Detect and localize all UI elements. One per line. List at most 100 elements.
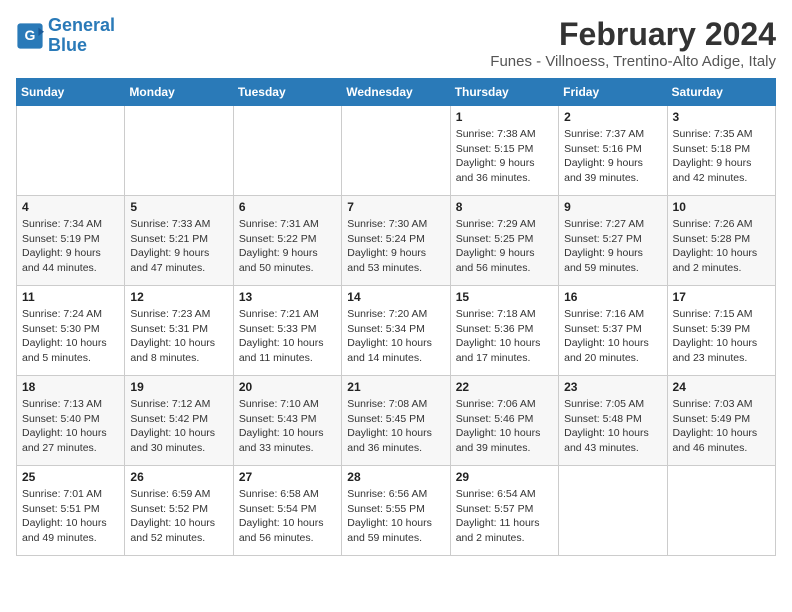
- day-detail: Sunrise: 7:37 AM Sunset: 5:16 PM Dayligh…: [564, 127, 661, 186]
- calendar-body: 1 Sunrise: 7:38 AM Sunset: 5:15 PM Daylig…: [17, 106, 776, 556]
- day-detail: Sunrise: 6:56 AM Sunset: 5:55 PM Dayligh…: [347, 487, 444, 546]
- day-detail: Sunrise: 7:30 AM Sunset: 5:24 PM Dayligh…: [347, 217, 444, 276]
- table-row: 22 Sunrise: 7:06 AM Sunset: 5:46 PM Dayli…: [450, 376, 558, 466]
- table-row: 6 Sunrise: 7:31 AM Sunset: 5:22 PM Daylig…: [233, 196, 341, 286]
- table-row: [559, 466, 667, 556]
- header-sunday: Sunday: [17, 79, 125, 106]
- table-row: 19 Sunrise: 7:12 AM Sunset: 5:42 PM Dayli…: [125, 376, 233, 466]
- day-detail: Sunrise: 7:01 AM Sunset: 5:51 PM Dayligh…: [22, 487, 119, 546]
- day-number: 16: [564, 290, 661, 304]
- day-detail: Sunrise: 7:20 AM Sunset: 5:34 PM Dayligh…: [347, 307, 444, 366]
- calendar-table: Sunday Monday Tuesday Wednesday Thursday…: [16, 78, 776, 556]
- table-row: 11 Sunrise: 7:24 AM Sunset: 5:30 PM Dayli…: [17, 286, 125, 376]
- day-number: 8: [456, 200, 553, 214]
- day-detail: Sunrise: 7:03 AM Sunset: 5:49 PM Dayligh…: [673, 397, 770, 456]
- day-detail: Sunrise: 7:23 AM Sunset: 5:31 PM Dayligh…: [130, 307, 227, 366]
- day-detail: Sunrise: 6:59 AM Sunset: 5:52 PM Dayligh…: [130, 487, 227, 546]
- day-detail: Sunrise: 7:10 AM Sunset: 5:43 PM Dayligh…: [239, 397, 336, 456]
- day-detail: Sunrise: 7:24 AM Sunset: 5:30 PM Dayligh…: [22, 307, 119, 366]
- day-number: 12: [130, 290, 227, 304]
- day-number: 25: [22, 470, 119, 484]
- day-detail: Sunrise: 7:34 AM Sunset: 5:19 PM Dayligh…: [22, 217, 119, 276]
- day-number: 5: [130, 200, 227, 214]
- day-detail: Sunrise: 7:08 AM Sunset: 5:45 PM Dayligh…: [347, 397, 444, 456]
- day-number: 20: [239, 380, 336, 394]
- table-row: 20 Sunrise: 7:10 AM Sunset: 5:43 PM Dayli…: [233, 376, 341, 466]
- table-row: 7 Sunrise: 7:30 AM Sunset: 5:24 PM Daylig…: [342, 196, 450, 286]
- day-number: 27: [239, 470, 336, 484]
- main-title: February 2024: [490, 16, 776, 53]
- table-row: 17 Sunrise: 7:15 AM Sunset: 5:39 PM Dayli…: [667, 286, 775, 376]
- header-friday: Friday: [559, 79, 667, 106]
- table-row: 18 Sunrise: 7:13 AM Sunset: 5:40 PM Dayli…: [17, 376, 125, 466]
- logo-icon: G: [16, 22, 44, 50]
- day-number: 28: [347, 470, 444, 484]
- day-detail: Sunrise: 7:13 AM Sunset: 5:40 PM Dayligh…: [22, 397, 119, 456]
- table-row: [667, 466, 775, 556]
- table-row: 8 Sunrise: 7:29 AM Sunset: 5:25 PM Daylig…: [450, 196, 558, 286]
- table-row: 13 Sunrise: 7:21 AM Sunset: 5:33 PM Dayli…: [233, 286, 341, 376]
- day-detail: Sunrise: 7:35 AM Sunset: 5:18 PM Dayligh…: [673, 127, 770, 186]
- day-number: 21: [347, 380, 444, 394]
- day-number: 13: [239, 290, 336, 304]
- header: G General Blue February 2024 Funes - Vil…: [16, 16, 776, 70]
- table-row: [17, 106, 125, 196]
- table-row: 1 Sunrise: 7:38 AM Sunset: 5:15 PM Daylig…: [450, 106, 558, 196]
- day-detail: Sunrise: 7:31 AM Sunset: 5:22 PM Dayligh…: [239, 217, 336, 276]
- table-row: 23Sunrise: 7:05 AM Sunset: 5:48 PM Dayli…: [559, 376, 667, 466]
- table-row: [125, 106, 233, 196]
- day-detail: Sunrise: 7:06 AM Sunset: 5:46 PM Dayligh…: [456, 397, 553, 456]
- day-number: 24: [673, 380, 770, 394]
- calendar-header: Sunday Monday Tuesday Wednesday Thursday…: [17, 79, 776, 106]
- table-row: 26 Sunrise: 6:59 AM Sunset: 5:52 PM Dayli…: [125, 466, 233, 556]
- day-number: 14: [347, 290, 444, 304]
- day-number: 1: [456, 110, 553, 124]
- day-number: 15: [456, 290, 553, 304]
- table-row: 15 Sunrise: 7:18 AM Sunset: 5:36 PM Dayli…: [450, 286, 558, 376]
- header-monday: Monday: [125, 79, 233, 106]
- day-detail: Sunrise: 6:58 AM Sunset: 5:54 PM Dayligh…: [239, 487, 336, 546]
- day-number: 17: [673, 290, 770, 304]
- day-detail: Sunrise: 6:54 AM Sunset: 5:57 PM Dayligh…: [456, 487, 553, 546]
- day-detail: Sunrise: 7:29 AM Sunset: 5:25 PM Dayligh…: [456, 217, 553, 276]
- day-number: 6: [239, 200, 336, 214]
- day-detail: Sunrise: 7:18 AM Sunset: 5:36 PM Dayligh…: [456, 307, 553, 366]
- day-number: 9: [564, 200, 661, 214]
- table-row: 21 Sunrise: 7:08 AM Sunset: 5:45 PM Dayli…: [342, 376, 450, 466]
- header-wednesday: Wednesday: [342, 79, 450, 106]
- day-detail: Sunrise: 7:33 AM Sunset: 5:21 PM Dayligh…: [130, 217, 227, 276]
- day-number: 19: [130, 380, 227, 394]
- table-row: 28 Sunrise: 6:56 AM Sunset: 5:55 PM Dayli…: [342, 466, 450, 556]
- subtitle: Funes - Villnoess, Trentino-Alto Adige, …: [490, 53, 776, 70]
- header-tuesday: Tuesday: [233, 79, 341, 106]
- day-number: 22: [456, 380, 553, 394]
- day-number: 4: [22, 200, 119, 214]
- table-row: 12 Sunrise: 7:23 AM Sunset: 5:31 PM Dayli…: [125, 286, 233, 376]
- day-detail: Sunrise: 7:16 AM Sunset: 5:37 PM Dayligh…: [564, 307, 661, 366]
- table-row: 3 Sunrise: 7:35 AM Sunset: 5:18 PM Daylig…: [667, 106, 775, 196]
- day-number: 10: [673, 200, 770, 214]
- day-number: 23: [564, 380, 661, 394]
- logo-line1: General: [48, 15, 115, 35]
- table-row: 16 Sunrise: 7:16 AM Sunset: 5:37 PM Dayli…: [559, 286, 667, 376]
- table-row: 4 Sunrise: 7:34 AM Sunset: 5:19 PM Daylig…: [17, 196, 125, 286]
- day-detail: Sunrise: 7:21 AM Sunset: 5:33 PM Dayligh…: [239, 307, 336, 366]
- day-number: 29: [456, 470, 553, 484]
- title-block: February 2024 Funes - Villnoess, Trentin…: [490, 16, 776, 70]
- day-detail: Sunrise: 7:15 AM Sunset: 5:39 PM Dayligh…: [673, 307, 770, 366]
- table-row: 2 Sunrise: 7:37 AM Sunset: 5:16 PM Daylig…: [559, 106, 667, 196]
- day-number: 3: [673, 110, 770, 124]
- table-row: 5 Sunrise: 7:33 AM Sunset: 5:21 PM Daylig…: [125, 196, 233, 286]
- day-number: 2: [564, 110, 661, 124]
- header-thursday: Thursday: [450, 79, 558, 106]
- day-detail: Sunrise: 7:38 AM Sunset: 5:15 PM Dayligh…: [456, 127, 553, 186]
- day-number: 26: [130, 470, 227, 484]
- table-row: 29 Sunrise: 6:54 AM Sunset: 5:57 PM Dayli…: [450, 466, 558, 556]
- header-saturday: Saturday: [667, 79, 775, 106]
- table-row: 14 Sunrise: 7:20 AM Sunset: 5:34 PM Dayli…: [342, 286, 450, 376]
- day-number: 18: [22, 380, 119, 394]
- day-detail: Sunrise: 7:12 AM Sunset: 5:42 PM Dayligh…: [130, 397, 227, 456]
- table-row: 10Sunrise: 7:26 AM Sunset: 5:28 PM Dayli…: [667, 196, 775, 286]
- day-number: 7: [347, 200, 444, 214]
- day-number: 11: [22, 290, 119, 304]
